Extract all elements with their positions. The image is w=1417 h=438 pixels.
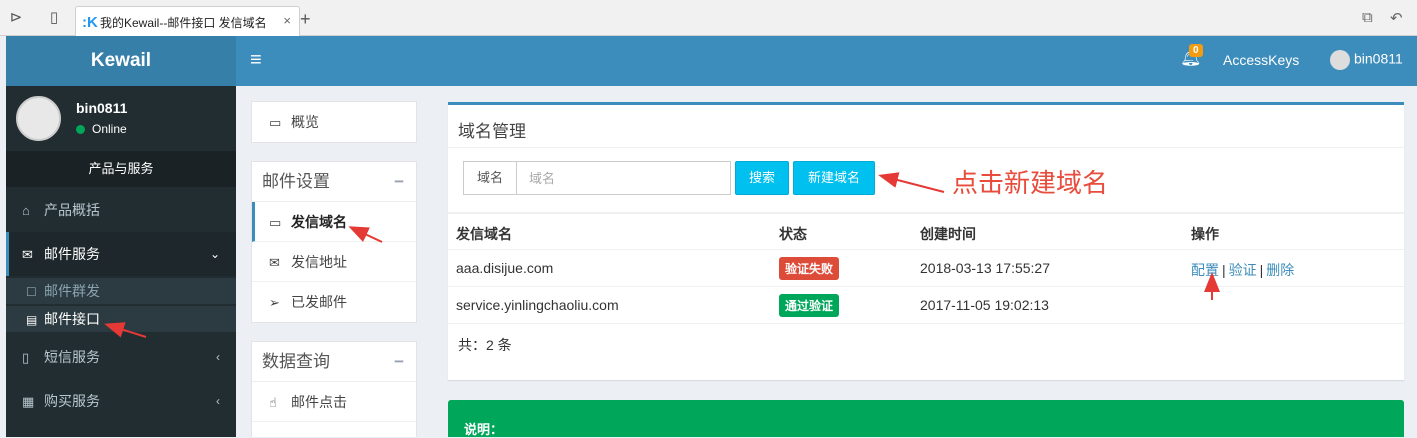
arrow-to-mail-api <box>104 322 147 338</box>
arrow-to-new-domain <box>878 172 945 193</box>
annotation-arrows <box>104 172 1220 338</box>
arrow-to-sender-domain <box>348 226 383 243</box>
